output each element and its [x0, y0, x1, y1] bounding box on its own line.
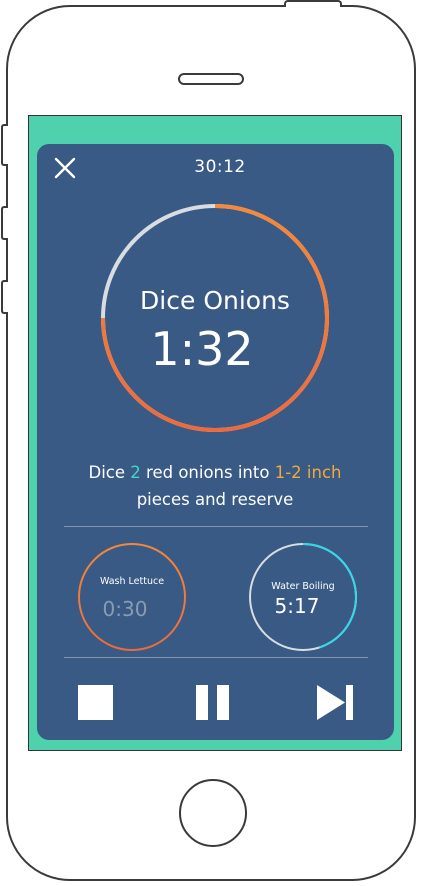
- pause-button[interactable]: [196, 685, 230, 720]
- home-button[interactable]: [179, 779, 247, 847]
- mute-switch: [1, 124, 8, 166]
- skip-next-icon: [317, 685, 353, 720]
- pause-icon: [196, 685, 229, 720]
- speaker-slot: [178, 73, 244, 85]
- timer-label-wash-lettuce: Wash Lettuce: [99, 576, 165, 587]
- timer-label-water-boiling: Water Boiling: [271, 581, 335, 592]
- instruction-text: Dice: [88, 463, 131, 482]
- instruction-text: red onions into: [140, 463, 275, 482]
- timer-time-water-boiling: 5:17: [274, 594, 320, 618]
- total-time: 30:12: [194, 157, 246, 177]
- instruction-text: pieces and reserve: [136, 490, 294, 509]
- step-time: 1:32: [150, 322, 254, 376]
- close-icon: [54, 157, 76, 179]
- divider-bottom: [64, 657, 368, 658]
- step-name: Dice Onions: [140, 286, 290, 315]
- instruction-size: 1-2 inch: [274, 463, 342, 482]
- main-timer-ring: [101, 204, 329, 432]
- skip-next-button[interactable]: [317, 685, 355, 720]
- volume-up-button: [1, 206, 8, 240]
- stop-icon: [78, 685, 113, 720]
- stop-button[interactable]: [78, 685, 113, 720]
- volume-down-button: [1, 280, 8, 314]
- close-button[interactable]: [52, 155, 78, 181]
- step-instruction: Dice 2 red onions into 1-2 inch pieces a…: [60, 459, 370, 513]
- divider-top: [64, 526, 368, 527]
- instruction-quantity: 2: [130, 463, 141, 482]
- top-edge-button: [284, 0, 342, 7]
- timer-time-wash-lettuce: 0:30: [102, 597, 148, 621]
